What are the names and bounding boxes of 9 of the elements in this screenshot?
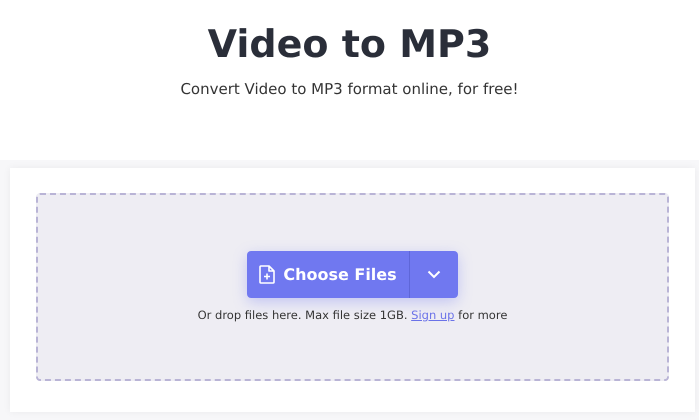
page-title: Video to MP3 — [208, 21, 492, 68]
drop-zone[interactable]: Choose Files Or drop files here. Max file size 1GB. Sign up for more — [36, 193, 669, 381]
page-subtitle: Convert Video to MP3 format online, for free! — [180, 80, 519, 98]
chevron-down-icon — [427, 270, 441, 279]
choose-files-button[interactable]: Choose Files — [247, 251, 409, 298]
sign-up-link[interactable]: Sign up — [411, 308, 454, 322]
dropdown-button[interactable] — [409, 251, 458, 298]
add-file-icon — [259, 265, 276, 284]
upload-hint: Or drop files here. Max file size 1GB. Sign up for more — [198, 308, 508, 322]
